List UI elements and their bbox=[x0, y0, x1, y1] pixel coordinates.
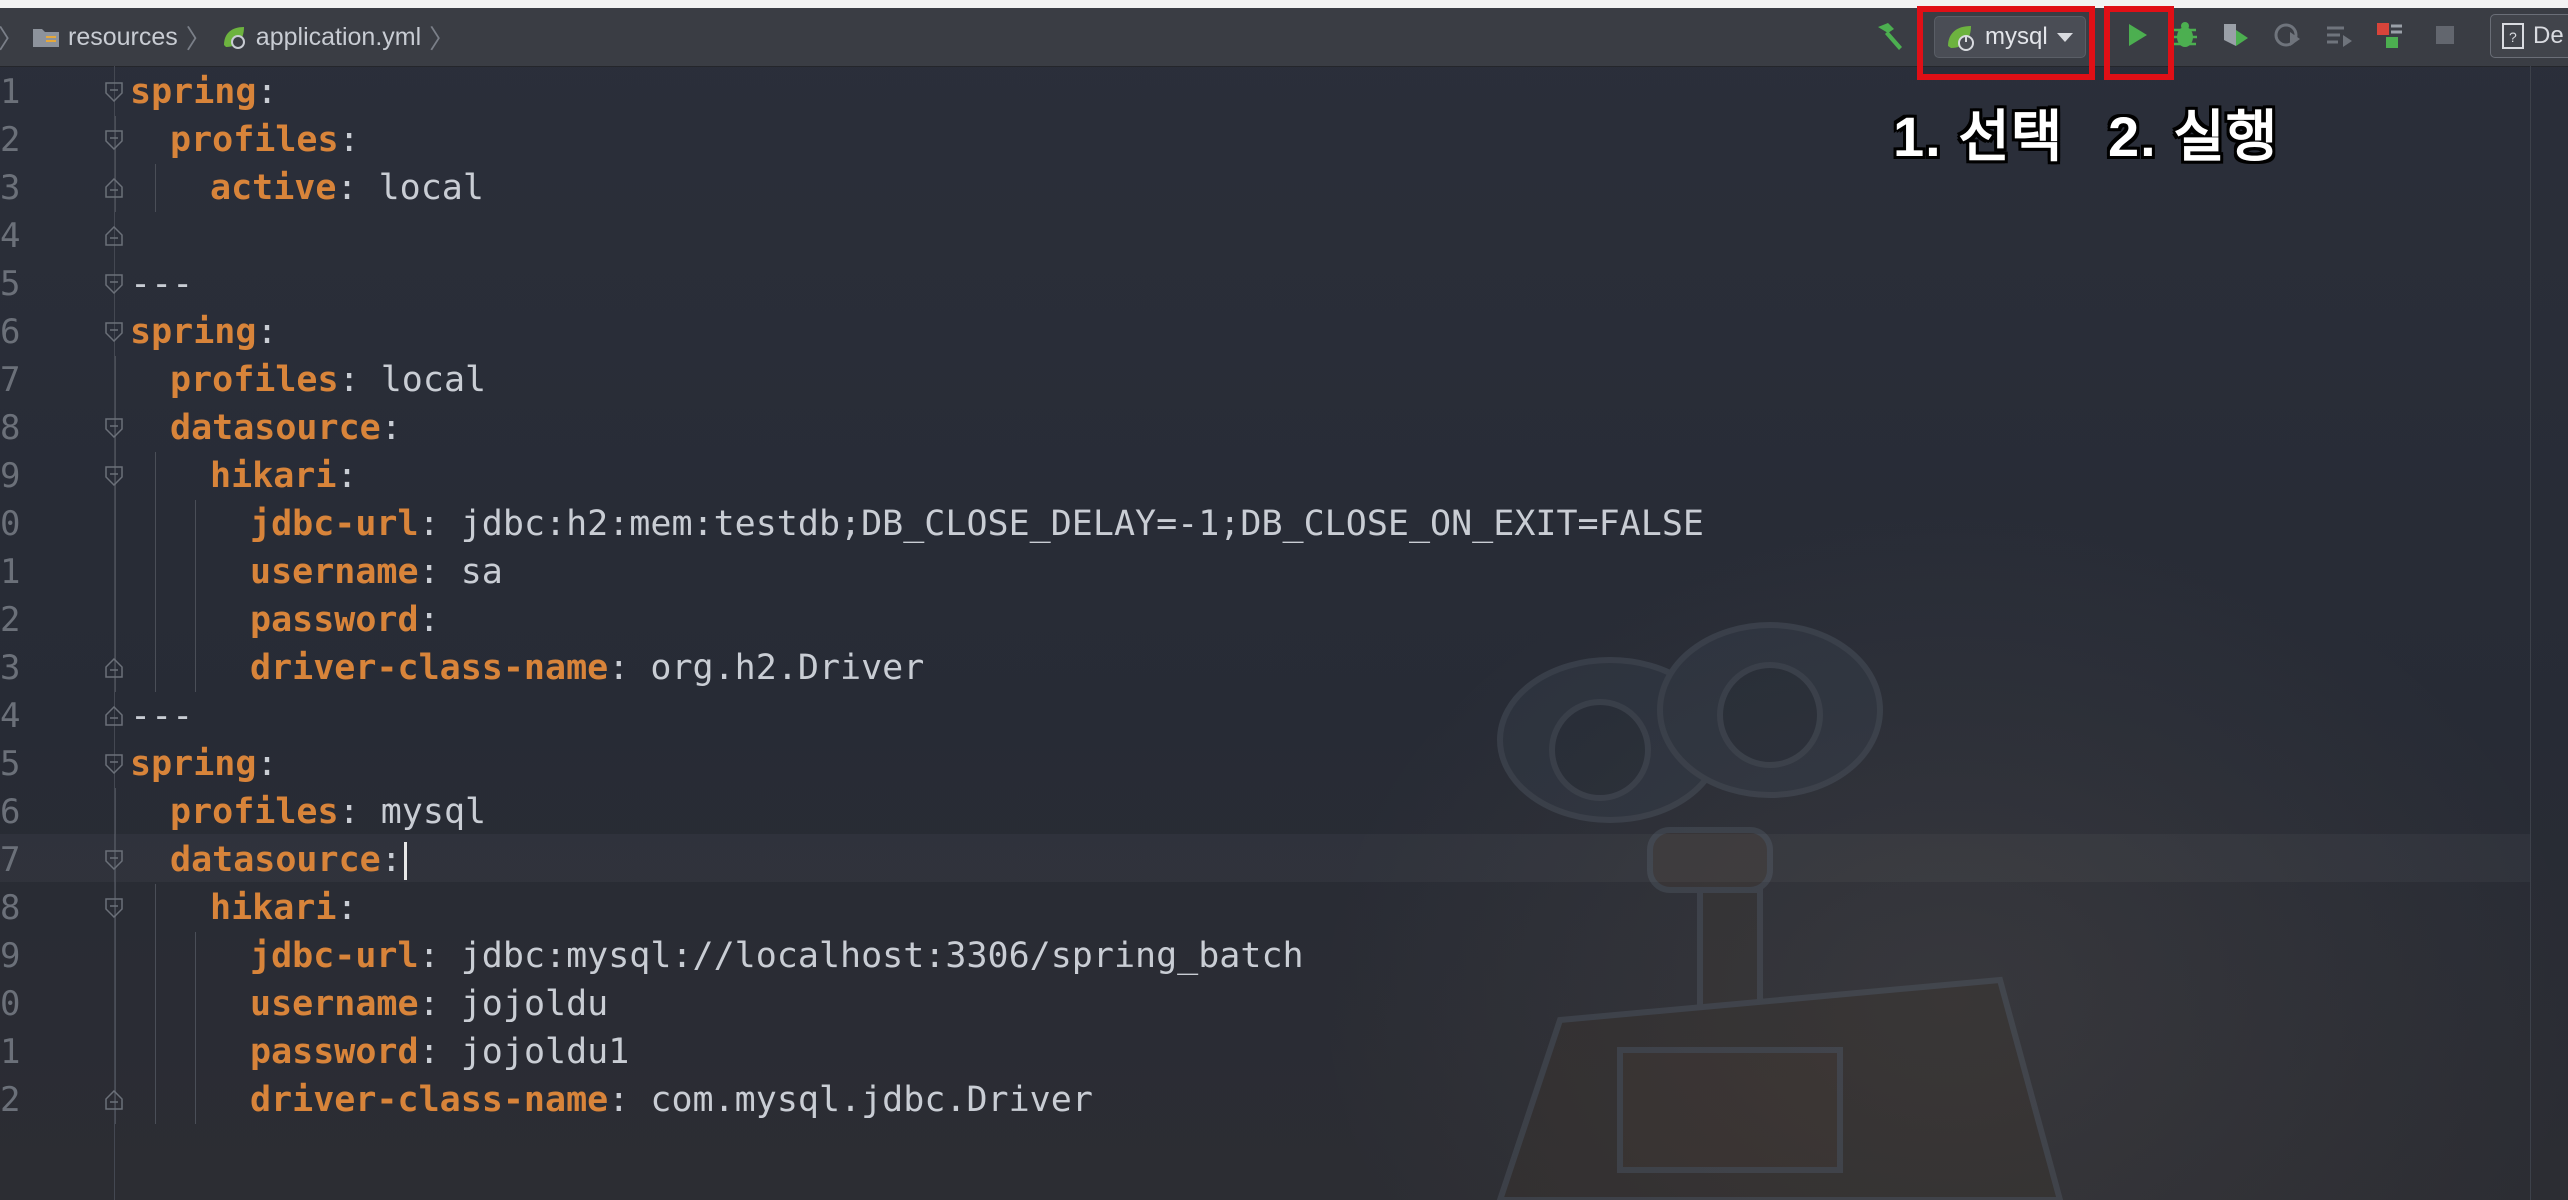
line-number: 6 bbox=[0, 792, 21, 832]
line-number: 3 bbox=[0, 168, 21, 208]
breadcrumb-label: resources bbox=[68, 22, 178, 51]
help-doc-icon: ? bbox=[2502, 23, 2524, 49]
annotation-step2: 2. 실행 bbox=[2108, 105, 2279, 168]
spring-leaf-icon bbox=[223, 27, 245, 49]
chevron-right-icon: 〉 bbox=[429, 23, 456, 54]
code-line[interactable]: jdbc-url: jdbc:mysql://localhost:3306/sp… bbox=[250, 932, 1304, 980]
line-number: 6 bbox=[0, 312, 21, 352]
code-line[interactable]: datasource: bbox=[170, 836, 407, 884]
indent-guide bbox=[195, 932, 196, 1124]
line-number: 7 bbox=[0, 360, 21, 400]
fold-marker-icon[interactable] bbox=[105, 322, 123, 342]
code-line[interactable]: profiles: mysql bbox=[170, 788, 486, 836]
indent-guide bbox=[155, 452, 156, 692]
code-line[interactable]: driver-class-name: com.mysql.jdbc.Driver bbox=[250, 1076, 1093, 1124]
line-number: 0 bbox=[0, 984, 21, 1024]
code-line[interactable]: --- bbox=[130, 692, 193, 740]
indent-guide bbox=[155, 884, 156, 1124]
breadcrumb: 〉 resources 〉 application.yml 〉 bbox=[0, 8, 463, 66]
code-line[interactable]: password: jojoldu1 bbox=[250, 1028, 629, 1076]
chevron-right-icon: 〉 bbox=[0, 23, 25, 54]
stop-icon[interactable] bbox=[2430, 20, 2460, 50]
breadcrumb-item-application-yml[interactable]: application.yml bbox=[220, 23, 421, 52]
profiler-icon[interactable] bbox=[2272, 20, 2302, 50]
line-number: 1 bbox=[0, 72, 21, 112]
chevron-right-icon: 〉 bbox=[185, 23, 212, 54]
annotation-step1: 1. 선택 bbox=[1893, 105, 2064, 168]
code-line[interactable]: spring: bbox=[130, 68, 278, 116]
fold-marker-icon[interactable] bbox=[105, 418, 123, 438]
line-number: 2 bbox=[0, 1080, 21, 1120]
fold-marker-icon[interactable] bbox=[105, 898, 123, 918]
robot-background-art bbox=[1496, 622, 2064, 1200]
debug-bug-icon[interactable] bbox=[2170, 20, 2200, 50]
breadcrumb-label: application.yml bbox=[255, 22, 422, 51]
code-line[interactable]: spring: bbox=[130, 740, 278, 788]
run-list-icon[interactable] bbox=[2324, 20, 2354, 50]
code-line[interactable]: --- bbox=[130, 260, 193, 308]
code-line[interactable]: datasource: bbox=[170, 404, 402, 452]
right-margin-line bbox=[2530, 66, 2531, 1200]
line-number: 8 bbox=[0, 408, 21, 448]
rerun-icon[interactable] bbox=[2374, 20, 2404, 50]
line-number: 5 bbox=[0, 264, 21, 304]
build-hammer-icon[interactable] bbox=[1872, 19, 1906, 53]
indent-guide bbox=[115, 788, 116, 1124]
fold-end-icon[interactable] bbox=[105, 706, 123, 726]
code-line[interactable]: username: jojoldu bbox=[250, 980, 608, 1028]
fold-end-icon[interactable] bbox=[105, 226, 123, 246]
code-line[interactable]: driver-class-name: org.h2.Driver bbox=[250, 644, 924, 692]
fold-marker-icon[interactable] bbox=[105, 82, 123, 102]
fold-marker-icon[interactable] bbox=[105, 274, 123, 294]
code-line[interactable]: hikari: bbox=[210, 452, 358, 500]
code-line[interactable]: spring: bbox=[130, 308, 278, 356]
text-cursor bbox=[403, 842, 407, 880]
code-line[interactable]: username: sa bbox=[250, 548, 503, 596]
indent-guide bbox=[115, 356, 116, 692]
code-line[interactable]: jdbc-url: jdbc:h2:mem:testdb;DB_CLOSE_DE… bbox=[250, 500, 1704, 548]
folder-icon bbox=[33, 29, 60, 47]
line-number: 8 bbox=[0, 888, 21, 928]
line-number: 0 bbox=[0, 504, 21, 544]
code-line[interactable]: profiles: bbox=[170, 116, 360, 164]
line-number: 9 bbox=[0, 456, 21, 496]
line-number: 4 bbox=[0, 696, 21, 736]
highlight-config-box bbox=[1917, 6, 2095, 80]
code-line[interactable]: active: local bbox=[210, 164, 484, 212]
line-number: 3 bbox=[0, 648, 21, 688]
indent-guide bbox=[195, 500, 196, 692]
fold-end-icon[interactable] bbox=[105, 178, 123, 198]
line-number: 9 bbox=[0, 936, 21, 976]
line-number: 4 bbox=[0, 216, 21, 256]
breadcrumb-item-resources[interactable]: resources bbox=[32, 23, 178, 52]
line-number: 1 bbox=[0, 1032, 21, 1072]
window-top-strip bbox=[0, 0, 2568, 8]
right-button-label: De bbox=[2533, 22, 2564, 49]
code-line[interactable]: profiles: local bbox=[170, 356, 486, 404]
indent-guide bbox=[155, 164, 156, 212]
fold-end-icon[interactable] bbox=[105, 1090, 123, 1110]
code-line[interactable]: hikari: bbox=[210, 884, 358, 932]
fold-marker-icon[interactable] bbox=[105, 466, 123, 486]
navigation-toolbar: 〉 resources 〉 application.yml 〉 mysql ? … bbox=[0, 8, 2568, 67]
fold-marker-icon[interactable] bbox=[105, 850, 123, 870]
line-number: 2 bbox=[0, 600, 21, 640]
database-button[interactable]: ? De bbox=[2490, 14, 2568, 58]
highlight-run-box bbox=[2104, 6, 2174, 80]
code-line[interactable]: password: bbox=[250, 596, 440, 644]
line-number: 7 bbox=[0, 840, 21, 880]
fold-marker-icon[interactable] bbox=[105, 754, 123, 774]
fold-end-icon[interactable] bbox=[105, 658, 123, 678]
line-number: 1 bbox=[0, 552, 21, 592]
line-number: 2 bbox=[0, 120, 21, 160]
fold-marker-icon[interactable] bbox=[105, 130, 123, 150]
run-with-coverage-icon[interactable] bbox=[2220, 20, 2250, 50]
line-number: 5 bbox=[0, 744, 21, 784]
svg-text:?: ? bbox=[2509, 29, 2517, 45]
